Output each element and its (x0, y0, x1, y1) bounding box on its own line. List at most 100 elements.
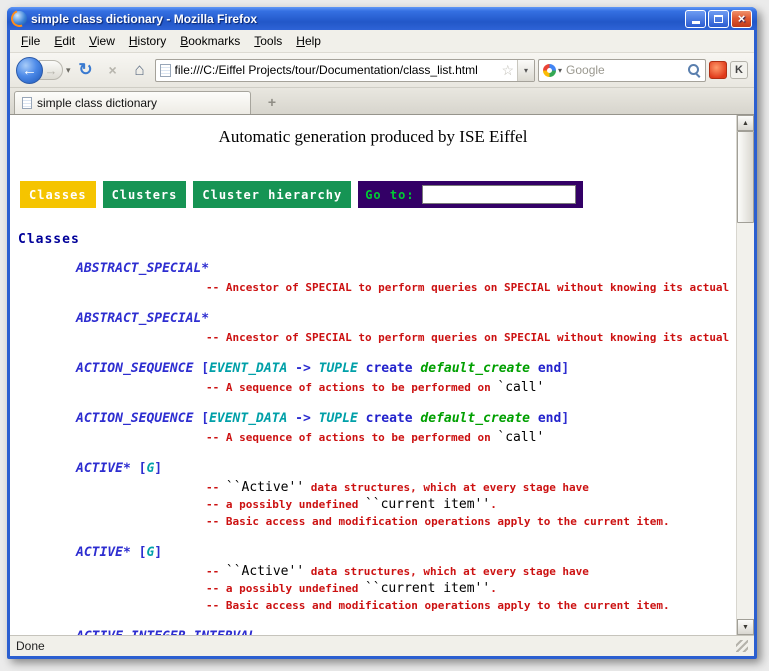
token-gen: EVENT_DATA (209, 361, 287, 376)
back-button[interactable]: ← (16, 57, 43, 84)
titlebar[interactable]: simple class dictionary - Mozilla Firefo… (7, 7, 757, 30)
menubar: FileEditViewHistoryBookmarksToolsHelp (10, 30, 754, 53)
token-cmt: -- A sequence of actions to be performed… (206, 431, 497, 444)
token-cmt: -- Ancestor of SPECIAL to perform querie… (206, 281, 736, 294)
token-cls: ABSTRACT_SPECIAL* (76, 311, 209, 326)
home-button[interactable]: ⌂ (128, 58, 152, 82)
class-entry: ACTIVE* [G]-- ``Active'' data structures… (10, 459, 736, 529)
doc-button-clusters[interactable]: Clusters (103, 181, 187, 208)
class-entry: ABSTRACT_SPECIAL* -- Ancestor of SPECIAL … (10, 309, 736, 345)
token-kw: create (366, 361, 413, 376)
token-feat: default_create (420, 411, 530, 426)
close-button[interactable]: × (731, 10, 752, 28)
menu-edit[interactable]: Edit (47, 31, 82, 51)
goto-input[interactable] (422, 185, 576, 204)
scrollbar-thumb[interactable] (737, 131, 754, 223)
token-brk: ] (561, 361, 569, 376)
class-comment: -- Basic access and modification operati… (10, 596, 736, 613)
token-brk: [ (201, 411, 209, 426)
urlbar-dropdown[interactable]: ▾ (517, 60, 534, 81)
token-cmt: -- Ancestor of SPECIAL to perform querie… (206, 331, 736, 344)
token-cls: ACTION_SEQUENCE (76, 361, 201, 376)
tab-simple-class-dictionary[interactable]: simple class dictionary (14, 91, 251, 114)
menu-tools[interactable]: Tools (247, 31, 289, 51)
token-gen: EVENT_DATA (209, 411, 287, 426)
class-name-link[interactable]: ACTION_SEQUENCE [EVENT_DATA -> TUPLE cre… (10, 359, 736, 378)
token-cmt: . (490, 582, 497, 595)
class-name-link[interactable]: ABSTRACT_SPECIAL* (10, 259, 736, 278)
page-icon (160, 64, 171, 77)
class-name-link[interactable]: ACTIVE* [G] (10, 543, 736, 562)
class-comment: -- a possibly undefined ``current item''… (10, 579, 736, 596)
firefox-window: simple class dictionary - Mozilla Firefo… (7, 7, 757, 659)
class-name-link[interactable]: ACTIVE_INTEGER_INTERVAL (10, 627, 736, 635)
token-cmt: -- Basic access and modification operati… (206, 515, 670, 528)
stop-button[interactable]: × (101, 58, 125, 82)
class-name-link[interactable]: ABSTRACT_SPECIAL* (10, 309, 736, 328)
search-engine-dropdown[interactable]: ▾ (558, 66, 562, 75)
token-cmt: -- a possibly undefined (206, 582, 365, 595)
google-icon[interactable] (543, 64, 556, 77)
page-title: Automatic generation produced by ISE Eif… (10, 127, 736, 147)
new-tab-button[interactable]: + (261, 92, 283, 112)
addon-icon-k[interactable]: K (730, 61, 748, 79)
class-comment: -- ``Active'' data structures, which at … (10, 478, 736, 495)
token-cls: ACTIVE* (76, 545, 131, 560)
class-entry: ACTION_SEQUENCE [EVENT_DATA -> TUPLE cre… (10, 409, 736, 445)
maximize-button[interactable] (708, 10, 729, 28)
class-entry: ACTION_SEQUENCE [EVENT_DATA -> TUPLE cre… (10, 359, 736, 395)
address-bar[interactable]: file:///C:/Eiffel Projects/tour/Document… (155, 59, 535, 82)
search-bar[interactable]: ▾ Google (538, 59, 706, 82)
menu-history[interactable]: History (122, 31, 173, 51)
token-brk (358, 361, 366, 376)
token-code: ``Active'' (226, 480, 304, 495)
addon-icon-red[interactable] (709, 61, 727, 79)
token-gen: TUPLE (319, 361, 358, 376)
firefox-icon (12, 11, 27, 26)
status-text: Done (16, 639, 45, 653)
minimize-button[interactable] (685, 10, 706, 28)
menu-file[interactable]: File (14, 31, 47, 51)
address-input[interactable]: file:///C:/Eiffel Projects/tour/Document… (175, 63, 499, 77)
class-comment: -- Ancestor of SPECIAL to perform querie… (10, 278, 736, 295)
class-comment: -- a possibly undefined ``current item''… (10, 495, 736, 512)
token-code: `call' (497, 430, 544, 445)
search-magnifier-icon[interactable] (686, 62, 702, 78)
token-cls: ACTIVE* (76, 461, 131, 476)
navigation-toolbar: ← → ▾ ↻ × ⌂ file:///C:/Eiffel Projects/t… (10, 53, 754, 88)
search-input[interactable]: Google (566, 63, 686, 77)
forward-icon: → (45, 63, 58, 78)
token-brk: ] (154, 461, 162, 476)
token-code: ``current item'' (365, 581, 490, 596)
class-entry: ACTIVE_INTEGER_INTERVAL (10, 627, 736, 635)
reload-button[interactable]: ↻ (74, 58, 98, 82)
resize-grip[interactable] (736, 640, 748, 652)
menu-help[interactable]: Help (289, 31, 328, 51)
tab-page-icon (22, 97, 32, 109)
magnifier-glass (688, 64, 699, 75)
token-cmt: -- (206, 565, 226, 578)
menu-bookmarks[interactable]: Bookmarks (173, 31, 247, 51)
back-icon: ← (22, 62, 37, 79)
class-name-link[interactable]: ACTION_SEQUENCE [EVENT_DATA -> TUPLE cre… (10, 409, 736, 428)
section-title: Classes (18, 232, 736, 247)
token-gen: TUPLE (319, 411, 358, 426)
token-feat: default_create (420, 361, 530, 376)
scroll-down-button[interactable]: ▼ (737, 619, 754, 635)
history-dropdown[interactable]: ▾ (66, 65, 71, 76)
token-code: ``Active'' (226, 564, 304, 579)
token-brk: [ (201, 361, 209, 376)
doc-button-classes[interactable]: Classes (20, 181, 96, 208)
vertical-scrollbar[interactable]: ▲ ▼ (736, 115, 754, 635)
menu-view[interactable]: View (82, 31, 122, 51)
document: Automatic generation produced by ISE Eif… (10, 115, 736, 635)
bookmark-star-icon[interactable]: ☆ (501, 62, 514, 79)
window-controls: × (685, 10, 752, 28)
doc-button-cluster-hierarchy[interactable]: Cluster hierarchy (193, 181, 351, 208)
token-brk (530, 361, 538, 376)
class-list: ABSTRACT_SPECIAL* -- Ancestor of SPECIAL … (10, 259, 736, 635)
minimize-icon (692, 21, 700, 24)
scroll-up-button[interactable]: ▲ (737, 115, 754, 131)
class-name-link[interactable]: ACTIVE* [G] (10, 459, 736, 478)
token-brk: -> (287, 411, 318, 426)
